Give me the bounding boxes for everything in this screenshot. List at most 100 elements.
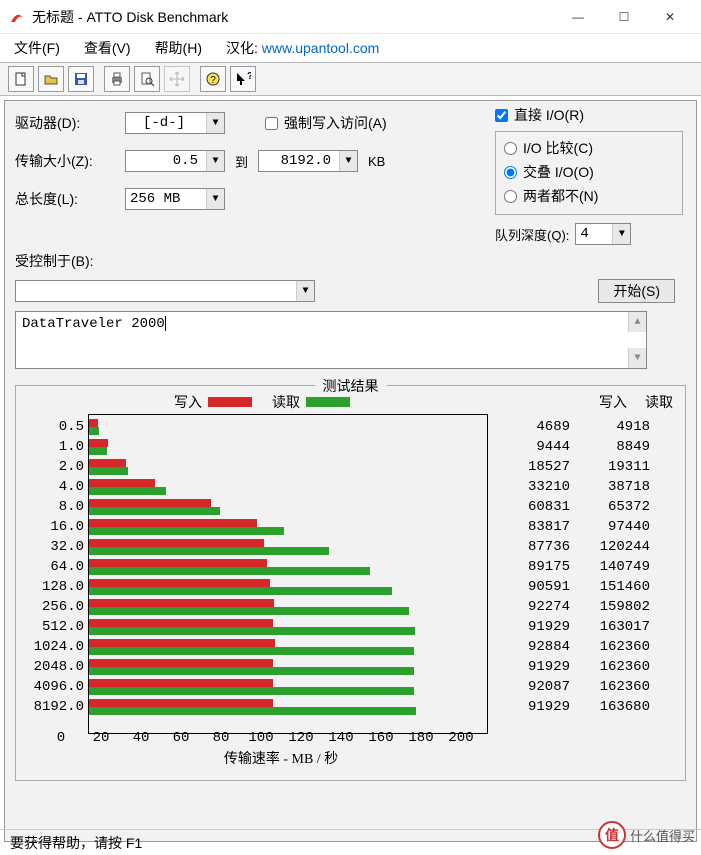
hanhua-link[interactable]: www.upantool.com	[262, 40, 380, 56]
write-bar	[89, 559, 267, 567]
read-bar	[89, 507, 220, 515]
overlap-io-radio[interactable]: 交叠 I/O(O)	[504, 162, 674, 182]
y-tick: 512.0	[24, 617, 84, 637]
help-icon-button[interactable]: ?	[200, 66, 226, 92]
description-text: DataTraveler 2000	[22, 316, 165, 332]
write-bar	[89, 479, 155, 487]
data-row: 92087162360	[496, 677, 666, 697]
y-tick: 16.0	[24, 517, 84, 537]
write-bar	[89, 519, 257, 527]
scroll-down-icon[interactable]: ▼	[628, 348, 646, 368]
to-label: 到	[225, 152, 258, 171]
new-button[interactable]	[8, 66, 34, 92]
x-tick: 160	[361, 730, 401, 746]
y-tick: 8192.0	[24, 697, 84, 717]
read-bar	[89, 567, 370, 575]
app-icon	[8, 8, 26, 26]
write-bar	[89, 639, 275, 647]
svg-text:?: ?	[247, 71, 251, 82]
y-tick: 256.0	[24, 597, 84, 617]
drive-select[interactable]: [-d-]▼	[125, 112, 225, 134]
watermark-text: 什么值得买	[630, 826, 695, 845]
read-bar	[89, 647, 414, 655]
menu-help[interactable]: 帮助(H)	[155, 38, 202, 58]
data-row: 92884162360	[496, 637, 666, 657]
watermark-icon: 值	[598, 821, 626, 849]
force-write-input[interactable]	[265, 117, 278, 130]
controlled-by-select[interactable]: ▼	[15, 280, 315, 302]
save-button[interactable]	[68, 66, 94, 92]
preview-button[interactable]	[134, 66, 160, 92]
minimize-button[interactable]: —	[555, 2, 601, 32]
direct-io-input[interactable]	[495, 109, 508, 122]
y-tick: 32.0	[24, 537, 84, 557]
read-bar	[89, 587, 392, 595]
read-bar	[89, 467, 128, 475]
x-tick: 0	[41, 730, 81, 746]
x-tick: 60	[161, 730, 201, 746]
close-button[interactable]: ✕	[647, 2, 693, 32]
controlled-by-label: 受控制于(B):	[15, 251, 94, 271]
direct-io-checkbox[interactable]: 直接 I/O(R)	[495, 105, 683, 125]
io-compare-radio[interactable]: I/O 比较(C)	[504, 138, 674, 158]
y-tick: 4096.0	[24, 677, 84, 697]
y-tick: 1024.0	[24, 637, 84, 657]
read-bar	[89, 547, 329, 555]
read-bar	[89, 447, 107, 455]
data-row: 92274159802	[496, 597, 666, 617]
context-help-button[interactable]: ?	[230, 66, 256, 92]
data-row: 94448849	[496, 437, 666, 457]
write-bar	[89, 439, 108, 447]
total-length-select[interactable]: 256 MB▼	[125, 188, 225, 210]
data-row: 3321038718	[496, 477, 666, 497]
drive-label: 驱动器(D):	[15, 113, 125, 133]
kb-label: KB	[358, 154, 385, 169]
menu-file[interactable]: 文件(F)	[14, 38, 60, 58]
read-bar	[89, 607, 409, 615]
queue-depth-label: 队列深度(Q):	[495, 225, 569, 244]
x-tick: 200	[441, 730, 481, 746]
data-row: 89175140749	[496, 557, 666, 577]
toolbar: ? ?	[0, 62, 701, 96]
x-tick: 20	[81, 730, 121, 746]
menu-bar: 文件(F) 查看(V) 帮助(H) 汉化: www.upantool.com	[0, 34, 701, 62]
x-tick: 40	[121, 730, 161, 746]
read-bar	[89, 427, 99, 435]
y-tick: 1.0	[24, 437, 84, 457]
write-swatch	[208, 397, 252, 407]
write-bar	[89, 579, 270, 587]
menu-view[interactable]: 查看(V)	[84, 38, 131, 58]
neither-radio[interactable]: 两者都不(N)	[504, 186, 674, 206]
y-tick: 2048.0	[24, 657, 84, 677]
x-tick: 180	[401, 730, 441, 746]
window-controls: — ☐ ✕	[555, 2, 693, 32]
title-bar: 无标题 - ATTO Disk Benchmark — ☐ ✕	[0, 0, 701, 34]
write-bar	[89, 459, 126, 467]
force-write-checkbox[interactable]: 强制写入访问(A)	[265, 113, 387, 133]
data-row: 91929163680	[496, 697, 666, 717]
description-textarea[interactable]: DataTraveler 2000 ▲ ▼	[15, 311, 647, 369]
write-bar	[89, 679, 273, 687]
x-tick: 120	[281, 730, 321, 746]
menu-hanhua: 汉化: www.upantool.com	[226, 38, 379, 58]
read-bar	[89, 687, 414, 695]
results-panel: 测试结果 写入 读取 写入 读取 0.51.02.04.08.016.032.0…	[15, 385, 686, 781]
queue-depth-select[interactable]: 4▼	[575, 223, 631, 245]
size-from-select[interactable]: 0.5▼	[125, 150, 225, 172]
chevron-down-icon: ▼	[206, 151, 224, 171]
size-to-select[interactable]: 8192.0▼	[258, 150, 358, 172]
scroll-up-icon[interactable]: ▲	[628, 312, 646, 332]
watermark: 值 什么值得买	[598, 821, 695, 849]
start-button[interactable]: 开始(S)	[598, 279, 675, 303]
data-row: 91929162360	[496, 657, 666, 677]
move-button[interactable]	[164, 66, 190, 92]
open-button[interactable]	[38, 66, 64, 92]
write-bar	[89, 619, 273, 627]
read-swatch	[306, 397, 350, 407]
chart-area	[88, 414, 488, 734]
chevron-down-icon: ▼	[296, 281, 314, 301]
data-row: 90591151460	[496, 577, 666, 597]
print-button[interactable]	[104, 66, 130, 92]
write-bar	[89, 659, 273, 667]
maximize-button[interactable]: ☐	[601, 2, 647, 32]
